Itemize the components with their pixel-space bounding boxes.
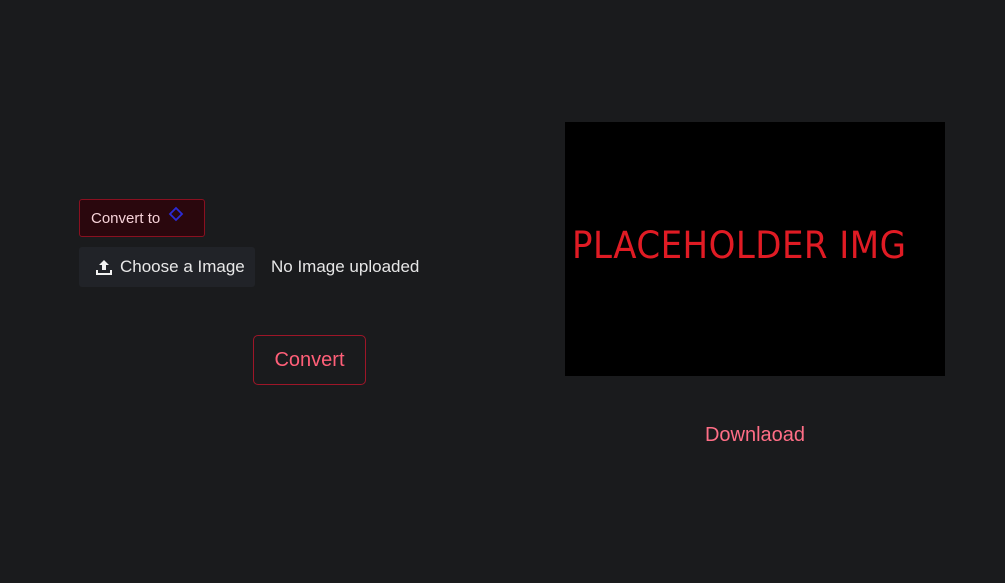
upload-icon <box>95 258 113 276</box>
convert-button[interactable]: Convert <box>253 335 366 385</box>
convert-to-label: Convert to <box>91 209 161 227</box>
choose-image-label: Choose a Image <box>120 257 245 276</box>
placeholder-image-text: PLACEHOLDER IMG <box>572 223 907 267</box>
choose-image-button[interactable]: Choose a Image <box>79 247 255 287</box>
convert-to-select[interactable]: Convert to <box>79 199 205 237</box>
file-upload-row: Choose a Image No Image uploaded <box>79 247 419 287</box>
select-arrows-icon <box>168 205 184 225</box>
file-status-text: No Image uploaded <box>271 257 420 276</box>
download-link[interactable]: Downlaoad <box>565 424 945 447</box>
image-preview: PLACEHOLDER IMG <box>565 122 945 376</box>
